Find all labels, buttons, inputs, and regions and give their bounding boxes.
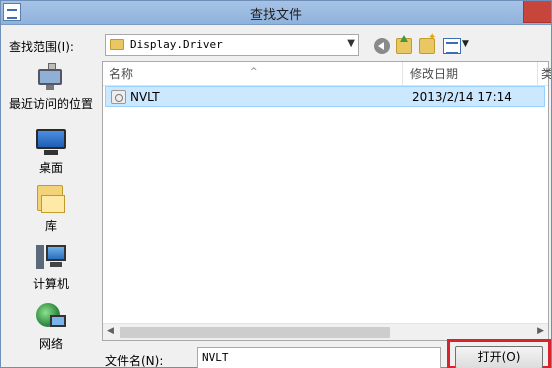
open-button[interactable]: 打开(O) (455, 346, 543, 368)
file-date: 2013/2/14 17:14 (412, 90, 512, 104)
place-libraries[interactable]: 库 (3, 183, 99, 234)
column-name-label: 名称 (109, 67, 134, 81)
scroll-thumb[interactable] (120, 327, 390, 338)
column-header: 名称 ^ 修改日期 类 (103, 62, 551, 86)
close-button[interactable] (523, 1, 551, 23)
place-network[interactable]: 网络 (3, 301, 99, 352)
view-menu-arrow-icon[interactable]: ▼ (462, 39, 469, 49)
chevron-down-icon[interactable]: ▼ (347, 38, 355, 49)
column-name[interactable]: 名称 ^ (103, 62, 403, 86)
desktop-icon (34, 129, 68, 157)
place-label: 桌面 (38, 161, 63, 175)
file-list[interactable]: 名称 ^ 修改日期 类 NVLT 2013/2/14 17:14 ◀ ▶ (102, 61, 551, 341)
recent-places-icon (36, 63, 66, 93)
view-menu-icon[interactable] (443, 38, 461, 54)
place-computer[interactable]: 计算机 (3, 243, 99, 292)
place-label: 最近访问的位置 (8, 97, 93, 111)
filename-value: NVLT (202, 351, 229, 364)
sort-ascending-icon: ^ (250, 67, 258, 77)
window-title: 查找文件 (249, 8, 302, 23)
column-type[interactable]: 类 (539, 62, 551, 86)
horizontal-scrollbar[interactable]: ◀ ▶ (103, 323, 548, 340)
computer-icon (34, 243, 68, 273)
libraries-icon (35, 183, 67, 215)
new-folder-icon[interactable] (419, 32, 436, 54)
lookin-label: 查找范围(I): (9, 40, 74, 54)
lookin-value: Display.Driver (130, 38, 223, 51)
toolbar: 查找范围(I): Display.Driver ▼ ▼ (1, 26, 551, 64)
filename-input[interactable]: NVLT (197, 347, 441, 368)
file-icon (111, 90, 126, 104)
scroll-left-icon[interactable]: ◀ (107, 326, 114, 336)
file-dialog-window: 查找文件 查找范围(I): Display.Driver ▼ ▼ 最近访问的位置… (0, 0, 552, 368)
file-row[interactable]: NVLT 2013/2/14 17:14 (105, 86, 545, 107)
place-label: 网络 (38, 337, 63, 351)
title-bar[interactable]: 查找文件 (1, 1, 551, 25)
place-desktop[interactable]: 桌面 (3, 129, 99, 176)
places-bar: 最近访问的位置 桌面 库 计算机 网络 (3, 61, 99, 367)
back-icon[interactable] (374, 38, 390, 54)
scroll-right-icon[interactable]: ▶ (537, 326, 544, 336)
file-name: NVLT (130, 90, 160, 104)
up-folder-icon[interactable] (396, 35, 412, 54)
place-recent[interactable]: 最近访问的位置 (3, 63, 99, 112)
network-icon (34, 301, 68, 333)
place-label: 计算机 (32, 277, 69, 291)
folder-icon (110, 39, 124, 50)
place-label: 库 (44, 219, 57, 233)
filename-label: 文件名(N): (105, 354, 164, 368)
column-date[interactable]: 修改日期 (404, 62, 538, 86)
lookin-dropdown[interactable]: Display.Driver ▼ (105, 34, 359, 56)
